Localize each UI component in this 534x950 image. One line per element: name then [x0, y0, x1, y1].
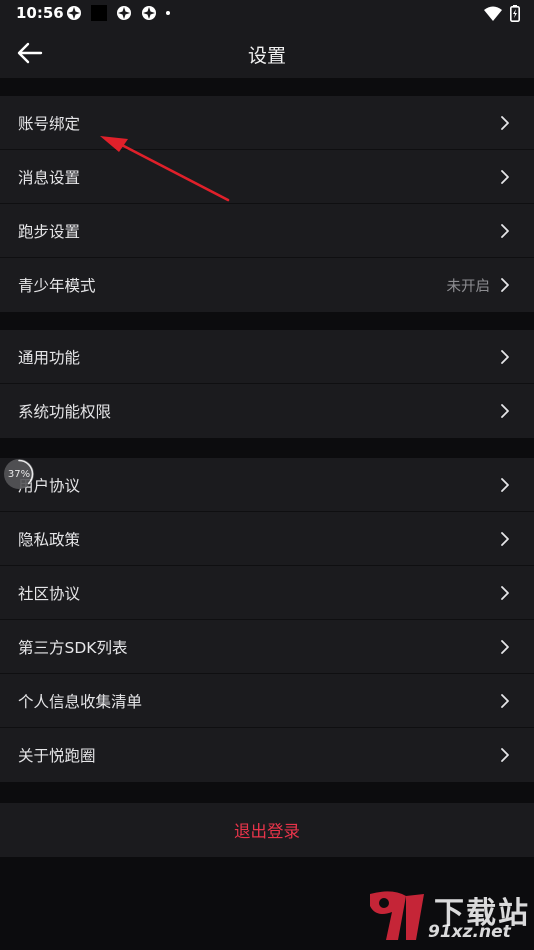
chevron-right-icon — [501, 477, 509, 492]
chevron-right-icon — [501, 531, 509, 546]
more-notifications-dot-icon — [166, 11, 170, 15]
chevron-right-icon — [501, 748, 509, 762]
settings-item-label: 消息设置 — [18, 168, 81, 187]
settings-item-user-agreement[interactable]: 用户协议 — [0, 458, 534, 512]
settings-item-label: 个人信息收集清单 — [18, 692, 143, 711]
settings-item-account-binding[interactable]: 账号绑定 — [0, 96, 534, 150]
settings-item-label: 关于悦跑圈 — [18, 747, 96, 765]
settings-item-privacy-policy[interactable]: 隐私政策 — [0, 512, 534, 566]
app-notification-icon — [142, 6, 156, 20]
wifi-icon — [484, 6, 502, 21]
header-bar: 设置 — [0, 28, 534, 78]
chevron-right-icon — [501, 278, 509, 292]
settings-item-teen-mode[interactable]: 青少年模式 未开启 — [0, 258, 534, 312]
black-square-icon — [91, 5, 107, 21]
page-title: 设置 — [247, 45, 286, 67]
chevron-right-icon — [501, 349, 509, 364]
settings-item-label: 隐私政策 — [18, 530, 81, 549]
settings-item-community-agreement[interactable]: 社区协议 — [0, 566, 534, 620]
settings-item-label: 通用功能 — [18, 348, 81, 367]
chevron-right-icon — [501, 693, 509, 708]
status-notification-icons — [66, 5, 170, 21]
chevron-right-icon — [501, 585, 509, 600]
logout-label: 退出登录 — [234, 822, 300, 841]
settings-item-system-permissions[interactable]: 系统功能权限 — [0, 384, 534, 438]
floating-progress-badge[interactable]: 37% — [4, 459, 34, 489]
settings-item-third-party-sdk-list[interactable]: 第三方SDK列表 — [0, 620, 534, 674]
status-bar: 10:56 — [0, 0, 534, 28]
settings-item-running-settings[interactable]: 跑步设置 — [0, 204, 534, 258]
app-notification-icon — [117, 6, 131, 20]
settings-item-about[interactable]: 关于悦跑圈 — [0, 728, 534, 782]
settings-item-message-settings[interactable]: 消息设置 — [0, 150, 534, 204]
progress-text: 37% — [7, 468, 31, 480]
settings-item-general-functions[interactable]: 通用功能 — [0, 330, 534, 384]
settings-item-label: 社区协议 — [18, 584, 81, 603]
site-watermark: 下载站 91xz.net — [362, 888, 530, 946]
settings-item-label: 第三方SDK列表 — [18, 638, 128, 657]
settings-group-general: 通用功能 系统功能权限 — [0, 330, 534, 438]
logout-button[interactable]: 退出登录 — [0, 803, 534, 857]
watermark-logo-icon — [370, 891, 424, 940]
settings-item-label: 青少年模式 — [18, 277, 96, 295]
battery-charging-icon — [510, 5, 520, 22]
settings-item-label: 账号绑定 — [18, 114, 81, 133]
settings-item-label: 系统功能权限 — [18, 403, 112, 421]
settings-group-legal: 用户协议 隐私政策 社区协议 第三方SDK列表 个人信息收集清单 关于悦跑圈 — [0, 458, 534, 782]
chevron-right-icon — [501, 115, 509, 130]
status-time: 10:56 — [16, 4, 64, 22]
chevron-right-icon — [501, 223, 509, 238]
teen-mode-status: 未开启 — [446, 278, 491, 295]
chevron-right-icon — [501, 404, 509, 418]
chevron-right-icon — [501, 169, 509, 184]
app-notification-icon — [67, 6, 81, 20]
watermark-sub-text: 91xz.net — [428, 922, 511, 942]
settings-item-personal-info-list[interactable]: 个人信息收集清单 — [0, 674, 534, 728]
status-system-icons — [484, 5, 520, 22]
chevron-right-icon — [501, 639, 509, 654]
settings-group-account: 账号绑定 消息设置 跑步设置 青少年模式 未开启 — [0, 96, 534, 312]
settings-item-label: 跑步设置 — [18, 222, 81, 241]
